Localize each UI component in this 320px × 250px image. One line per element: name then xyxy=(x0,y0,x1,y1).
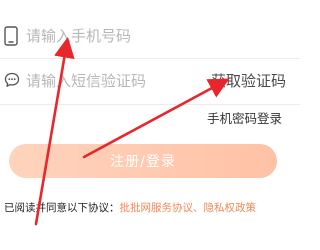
service-agreement-link[interactable]: 批批网服务协议 xyxy=(120,202,194,214)
get-verification-code-button[interactable]: 获取验证码 xyxy=(211,70,286,92)
register-login-button[interactable]: 注册/登录 xyxy=(9,144,277,178)
password-login-link[interactable]: 手机密码登录 xyxy=(207,111,282,127)
sms-field-row: 获取验证码 xyxy=(0,58,300,104)
login-screen: 获取验证码 手机密码登录 注册/登录 已阅读并同意以下协议：批批网服务协议、隐私… xyxy=(0,0,300,250)
phone-number-input[interactable] xyxy=(26,25,276,47)
phone-field-row xyxy=(0,14,300,58)
chat-bubble-icon xyxy=(4,72,20,87)
agreement-separator: 、 xyxy=(193,202,204,214)
phone-icon xyxy=(4,26,18,46)
agreement-text: 已阅读并同意以下协议：批批网服务协议、隐私权政策 xyxy=(4,201,296,215)
privacy-policy-link[interactable]: 隐私权政策 xyxy=(204,202,257,214)
agreement-prefix: 已阅读并同意以下协议： xyxy=(4,202,120,214)
sms-code-input[interactable] xyxy=(26,70,201,92)
sms-divider xyxy=(0,104,300,105)
